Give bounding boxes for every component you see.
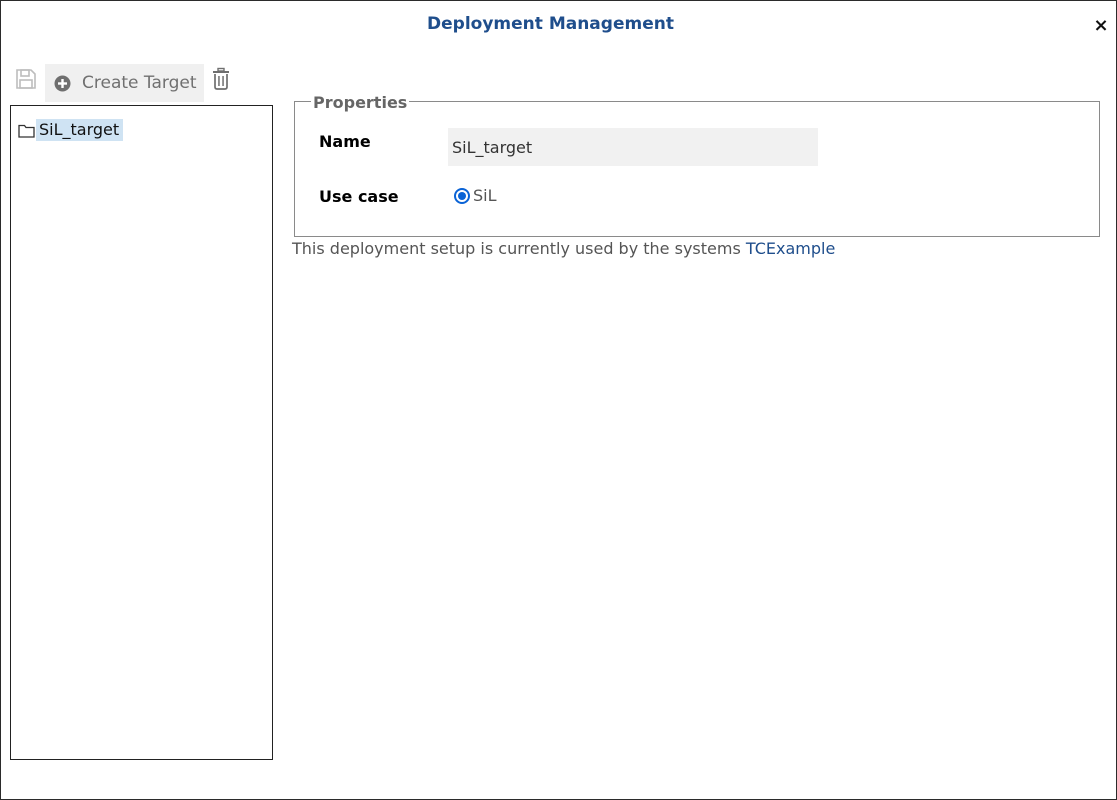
- properties-legend: Properties: [311, 93, 410, 112]
- folder-icon: [18, 124, 35, 138]
- trash-icon[interactable]: [210, 67, 232, 91]
- properties-fieldset: Properties Name Use case SiL: [294, 93, 1100, 237]
- radio-button[interactable]: [454, 187, 470, 204]
- close-button[interactable]: ×: [1092, 15, 1110, 37]
- save-icon[interactable]: [15, 67, 37, 91]
- usage-sentence: This deployment setup is currently used …: [292, 239, 746, 258]
- radio-label-sil: SiL: [473, 186, 497, 205]
- create-target-label: Create Target: [82, 73, 197, 93]
- usage-text: This deployment setup is currently used …: [292, 239, 835, 258]
- target-tree[interactable]: SiL_target: [10, 105, 273, 760]
- use-case-label: Use case: [319, 187, 399, 206]
- name-label: Name: [319, 132, 371, 151]
- name-field[interactable]: [448, 128, 818, 166]
- plus-circle-icon: [54, 75, 71, 91]
- deployment-management-dialog: Deployment Management × Create Target Si…: [0, 0, 1117, 800]
- tree-item-label: SiL_target: [36, 119, 124, 141]
- create-target-button[interactable]: Create Target: [45, 64, 204, 102]
- use-case-radio-sil[interactable]: SiL: [454, 186, 497, 205]
- system-link-tcexample[interactable]: TCExample: [746, 239, 835, 258]
- tree-item-sil-target[interactable]: SiL_target: [18, 118, 124, 142]
- dialog-title: Deployment Management: [427, 14, 674, 34]
